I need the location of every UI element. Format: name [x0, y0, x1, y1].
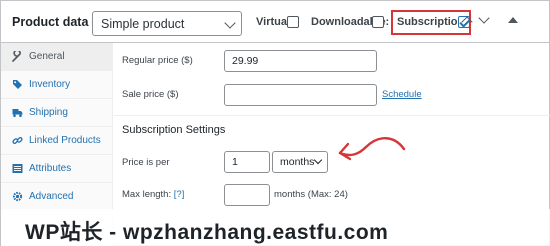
chevron-down-icon	[224, 17, 236, 29]
product-type-select[interactable]: Simple product	[92, 11, 242, 36]
sale-price-label: Sale price ($)	[122, 89, 179, 100]
subscription-highlight: Subscription:	[391, 10, 471, 35]
max-length-input[interactable]	[224, 184, 270, 206]
virtual-checkbox[interactable]	[287, 16, 299, 28]
tab-shipping[interactable]: Shipping	[1, 99, 113, 127]
chevron-down-icon	[313, 155, 323, 165]
regular-price-input[interactable]: 29.99	[224, 50, 377, 72]
tab-general-label: General	[29, 51, 65, 62]
billing-period-value: months	[280, 156, 315, 168]
tab-general[interactable]: General	[1, 43, 113, 71]
product-data-title: Product data —	[12, 15, 105, 29]
tab-advanced[interactable]: Advanced	[1, 183, 113, 211]
subscription-settings-heading: Subscription Settings	[122, 124, 226, 136]
max-length-text: Max length:	[122, 189, 172, 200]
move-down-icon[interactable]	[478, 12, 490, 24]
help-tip-icon[interactable]: [?]	[174, 189, 185, 200]
section-divider	[114, 115, 550, 116]
annotation-arrow-icon	[338, 137, 406, 161]
truck-icon	[12, 107, 23, 118]
product-type-value: Simple product	[101, 17, 185, 31]
price-is-per-label: Price is per	[122, 157, 170, 168]
billing-interval-value: 1	[232, 156, 238, 168]
billing-interval-input[interactable]: 1	[224, 151, 270, 173]
product-data-panel: Product data — Simple product Virtual: D…	[0, 0, 550, 246]
watermark-text: WP站长 - wpzhanzhang.eastfu.com	[25, 221, 389, 244]
link-icon	[12, 135, 23, 146]
billing-period-select[interactable]: months	[272, 151, 328, 173]
tab-linked-products[interactable]: Linked Products	[1, 127, 113, 155]
tab-attributes-label: Attributes	[29, 163, 72, 174]
collapse-toggle-icon[interactable]	[508, 17, 518, 23]
downloadable-checkbox[interactable]	[372, 16, 384, 28]
max-length-label: Max length: [?]	[122, 189, 184, 200]
tab-advanced-label: Advanced	[29, 191, 74, 202]
wrench-icon	[12, 49, 23, 62]
tag-icon	[12, 79, 23, 90]
regular-price-value: 29.99	[232, 55, 259, 67]
sale-price-input[interactable]	[224, 84, 377, 106]
watermark-overlay: WP站长 - wpzhanzhang.eastfu.com	[1, 209, 550, 246]
tab-shipping-label: Shipping	[29, 107, 68, 118]
gear-icon	[12, 191, 23, 202]
product-data-header: Product data — Simple product Virtual: D…	[1, 1, 549, 43]
regular-price-label: Regular price ($)	[122, 55, 193, 66]
tab-inventory-label: Inventory	[29, 79, 71, 90]
schedule-link[interactable]: Schedule	[382, 89, 422, 100]
tab-inventory[interactable]: Inventory	[1, 71, 113, 99]
tab-linked-products-label: Linked Products	[29, 135, 101, 146]
tab-attributes[interactable]: Attributes	[1, 155, 113, 183]
max-length-suffix: months (Max: 24)	[274, 189, 348, 200]
list-icon	[12, 163, 23, 174]
